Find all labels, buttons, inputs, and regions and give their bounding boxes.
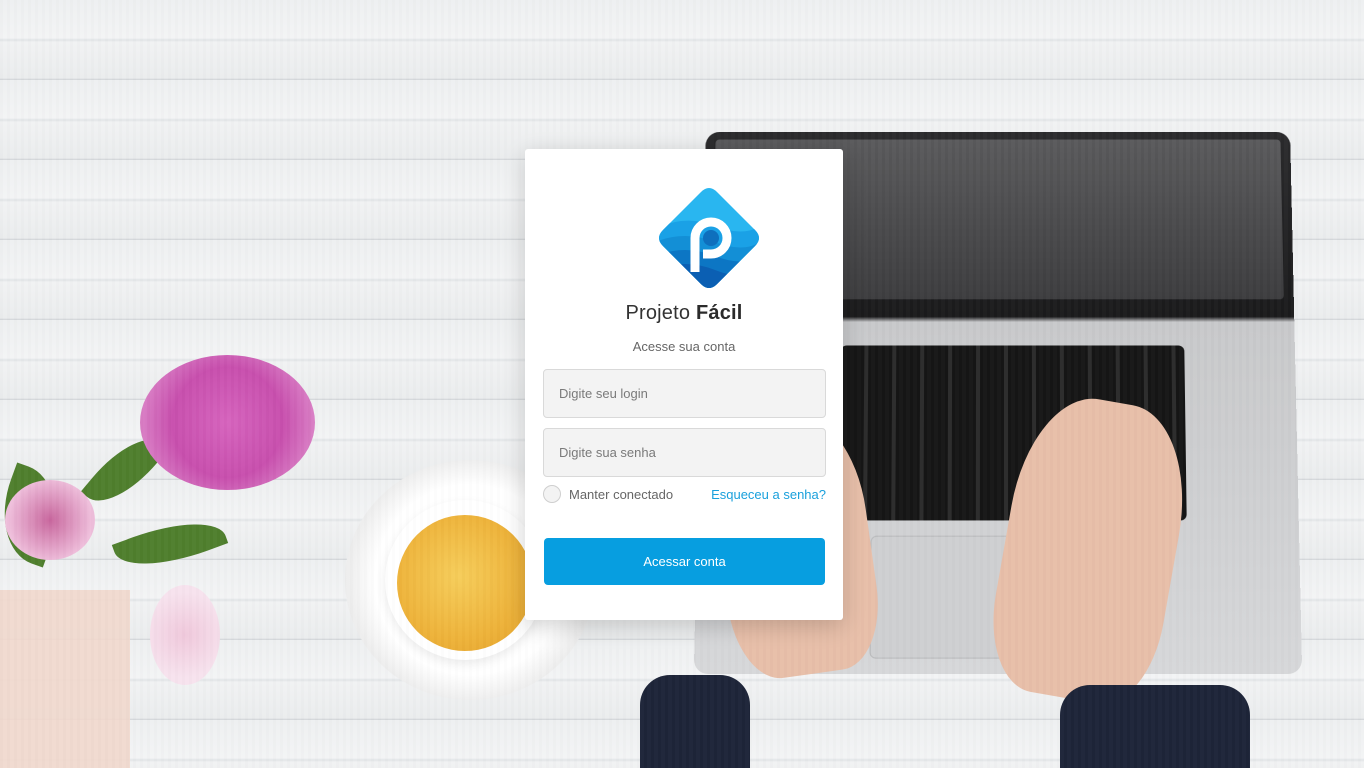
- login-card: Projeto Fácil Acesse sua conta Manter co…: [525, 149, 843, 620]
- brand-title: Projeto Fácil: [525, 302, 843, 325]
- right-sleeve: [1060, 685, 1250, 768]
- projeto-facil-logo-icon: [655, 184, 763, 292]
- tea-cup: [385, 500, 545, 660]
- leaf-decoration: [112, 507, 228, 580]
- left-sleeve: [640, 675, 750, 768]
- peony-flower: [140, 355, 315, 490]
- bud-flower: [150, 585, 220, 685]
- brand-name-bold: Fácil: [696, 302, 743, 324]
- rose-flower: [5, 480, 95, 560]
- login-submit-button[interactable]: Acessar conta: [544, 538, 825, 585]
- leaf-decoration: [0, 462, 74, 567]
- laptop-trackpad: [870, 536, 1045, 659]
- password-input[interactable]: [543, 428, 826, 477]
- right-hand: [980, 388, 1200, 713]
- forgot-password-link[interactable]: Esqueceu a senha?: [711, 487, 826, 502]
- laptop-keyboard: [839, 345, 1187, 520]
- remember-me-label: Manter conectado: [569, 487, 673, 502]
- login-subtitle: Acesse sua conta: [525, 339, 843, 354]
- napkin-decoration: [0, 590, 130, 768]
- tea-liquid: [397, 515, 533, 651]
- leaf-decoration: [81, 423, 169, 518]
- brand-name-regular: Projeto: [625, 302, 690, 324]
- remember-me-toggle[interactable]: Manter conectado: [543, 485, 673, 503]
- remember-me-checkbox[interactable]: [543, 485, 561, 503]
- login-input[interactable]: [543, 369, 826, 418]
